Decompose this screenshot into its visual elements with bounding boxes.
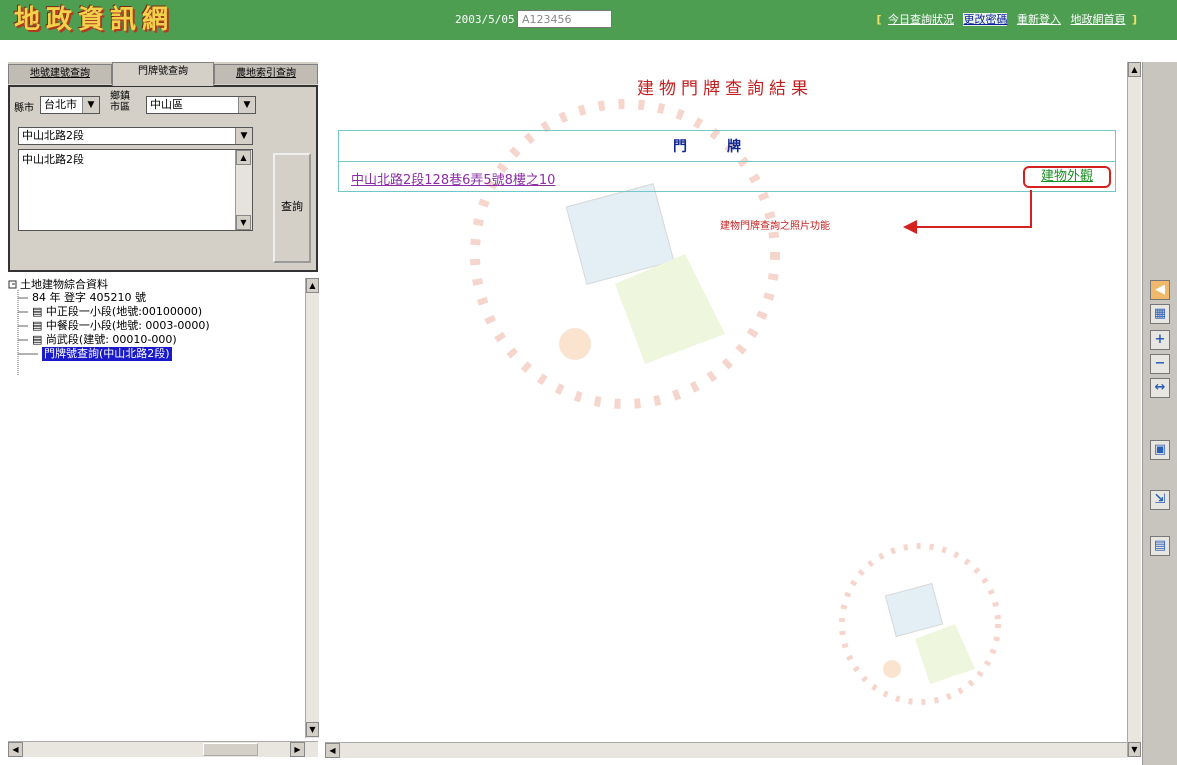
tree-item[interactable]: ▤ 中正段一小段(地號:00100000) [32, 305, 202, 319]
zoom-in-icon[interactable]: + [1150, 330, 1170, 350]
date-display: 2003/5/05 [455, 13, 515, 26]
tree-item-label: 中正段一小段(地號:00100000) [45, 305, 203, 318]
road-list-item[interactable]: 中山北路2段 [22, 153, 249, 167]
tree-item-label: 中餐段一小段(地號: 0003-0000) [45, 319, 210, 332]
map-icon[interactable]: ▤ [1150, 536, 1170, 556]
district-label: 鄉鎮市區 [110, 91, 130, 113]
main-horizontal-scrollbar[interactable]: ◀ [325, 742, 1127, 758]
link-bracket-open: [ [876, 13, 882, 26]
folder-icon: ▤ [32, 333, 43, 346]
road-select-value: 中山北路2段 [22, 129, 84, 142]
city-select-value: 台北市 [44, 98, 77, 111]
district-select[interactable]: 中山區 ▼ [146, 96, 256, 114]
main-content: 建物門牌查詢結果 門牌 中山北路2段128巷6弄5號8樓之10 建物外觀 建物門… [325, 44, 1125, 744]
app-logo-title: 地政資訊網 [14, 5, 175, 35]
chevron-down-icon: ▼ [238, 97, 255, 113]
tab-parcel-query[interactable]: 地號建號查詢 [8, 64, 112, 84]
tree-item[interactable]: ▤ 尚武段(建號: 00010-000) [32, 333, 177, 347]
watermark-seal-small-icon [839, 543, 1001, 705]
tree-root[interactable]: 土地建物綜合資料 [20, 278, 108, 292]
homepage-link[interactable]: 地政網首頁 [1070, 13, 1125, 26]
top-bar: 地政資訊網 2003/5/05 A123456 [ 今日查詢狀況 更改密碼 重新… [0, 0, 1177, 40]
tree-item[interactable]: 84 年 登字 405210 號 [32, 291, 146, 305]
scroll-down-icon[interactable]: ▼ [236, 215, 251, 230]
export-icon[interactable]: ⇲ [1150, 490, 1170, 510]
query-form: 縣市 台北市 ▼ 鄉鎮市區 中山區 ▼ 中山北路2段 ▼ 中山北路2段 ▲ ▼ … [8, 85, 318, 272]
scroll-right-icon[interactable]: ▶ [290, 742, 305, 757]
annotation-arrow-icon [903, 190, 1032, 234]
today-status-link[interactable]: 今日查詢狀況 [888, 13, 954, 26]
map-toolbar: ◀ ▦ + − ↔ ▣ ⇲ ▤ [1142, 62, 1177, 765]
chevron-down-icon: ▼ [82, 97, 99, 113]
tree-vertical-scrollbar[interactable]: ▲ ▼ [305, 278, 319, 738]
tree-item-selected[interactable]: 門牌號查詢(中山北路2段) [42, 347, 172, 361]
city-select[interactable]: 台北市 ▼ [40, 96, 100, 114]
query-panel: 地號建號查詢 門牌號查詢 農地索引查詢 縣市 台北市 ▼ 鄉鎮市區 中山區 ▼ … [8, 62, 318, 272]
road-select[interactable]: 中山北路2段 ▼ [18, 127, 253, 145]
tree-item[interactable]: ▤ 中餐段一小段(地號: 0003-0000) [32, 319, 210, 333]
tab-address-query[interactable]: 門牌號查詢 [112, 62, 214, 86]
user-id-field[interactable]: A123456 [517, 10, 612, 28]
road-listbox[interactable]: 中山北路2段 ▲ ▼ [18, 149, 253, 231]
annotation-label: 建物門牌查詢之照片功能 [720, 221, 830, 232]
district-select-value: 中山區 [150, 98, 183, 111]
scroll-up-icon[interactable]: ▲ [1128, 62, 1141, 77]
folder-icon: ▤ [32, 305, 43, 318]
folder-icon: ▤ [32, 319, 43, 332]
road-list-scrollbar[interactable]: ▲ ▼ [235, 150, 252, 230]
chevron-down-icon: ▼ [235, 128, 252, 144]
zoom-out-icon[interactable]: − [1150, 354, 1170, 374]
grid-icon[interactable]: ▦ [1150, 304, 1170, 324]
back-arrow-icon[interactable]: ◀ [1150, 280, 1170, 300]
top-link-bar: [ 今日查詢狀況 更改密碼 重新登入 地政網首頁 ] [876, 11, 1137, 27]
pan-icon[interactable]: ↔ [1150, 378, 1170, 398]
tree-item-label: 尚武段(建號: 00010-000) [45, 333, 177, 346]
change-password-link[interactable]: 更改密碼 [963, 13, 1008, 26]
relogin-link[interactable]: 重新登入 [1017, 13, 1061, 26]
tree-horizontal-scrollbar[interactable]: ◀ ▶ [8, 741, 318, 757]
print-icon[interactable]: ▣ [1150, 440, 1170, 460]
scroll-down-icon[interactable]: ▼ [1128, 742, 1141, 757]
query-tabs: 地號建號查詢 門牌號查詢 農地索引查詢 [8, 62, 318, 86]
city-label: 縣市 [14, 103, 34, 114]
result-tree: 土地建物綜合資料 84 年 登字 405210 號 ▤ 中正段一小段(地號:00… [8, 278, 310, 733]
scroll-left-icon[interactable]: ◀ [8, 742, 23, 757]
tab-farmland-query[interactable]: 農地索引查詢 [214, 64, 318, 84]
scroll-thumb[interactable] [203, 743, 258, 756]
link-bracket-close: ] [1131, 13, 1137, 26]
scroll-left-icon[interactable]: ◀ [325, 743, 340, 758]
main-vertical-scrollbar[interactable]: ▲ ▼ [1127, 62, 1141, 757]
scroll-up-icon[interactable]: ▲ [236, 150, 251, 165]
scroll-down-icon[interactable]: ▼ [306, 722, 319, 737]
search-button[interactable]: 查詢 [273, 153, 311, 263]
scroll-up-icon[interactable]: ▲ [306, 278, 319, 293]
